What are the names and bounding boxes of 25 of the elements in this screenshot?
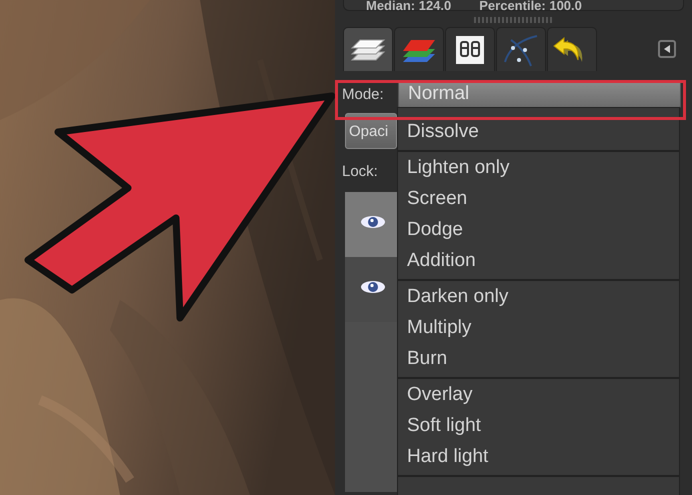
mode-label: Mode: (342, 86, 385, 102)
dock-tab[interactable] (445, 27, 495, 71)
eye-icon[interactable] (360, 279, 386, 295)
menu-item[interactable]: Burn (398, 343, 679, 374)
menu-item[interactable]: Hard light (398, 441, 679, 472)
layer-row[interactable] (345, 192, 400, 257)
menu-item[interactable]: Addition (398, 245, 679, 276)
menu-item[interactable]: Lighten only (398, 152, 679, 183)
layer-row[interactable] (345, 257, 400, 322)
menu-item[interactable]: Darken only (398, 281, 679, 312)
menu-item[interactable]: Dodge (398, 214, 679, 245)
caret-icon (663, 45, 671, 53)
lock-label: Lock: (342, 163, 379, 180)
menu-item[interactable]: Multiply (398, 312, 679, 343)
stat-text: Median: 124.0 (366, 0, 452, 13)
dock-tab[interactable] (343, 27, 393, 71)
menu-item[interactable]: Screen (398, 183, 679, 214)
opacity-button[interactable]: Opaci (345, 113, 397, 149)
stat-text: Percentile: 100.0 (479, 0, 582, 13)
eye-icon[interactable] (360, 214, 386, 230)
menu-item[interactable]: Dissolve (398, 116, 679, 147)
tab-menu-button[interactable] (658, 40, 676, 58)
menu-item[interactable]: Overlay (398, 379, 679, 410)
dock-tab[interactable] (547, 27, 597, 71)
menu-item[interactable]: Soft light (398, 410, 679, 441)
